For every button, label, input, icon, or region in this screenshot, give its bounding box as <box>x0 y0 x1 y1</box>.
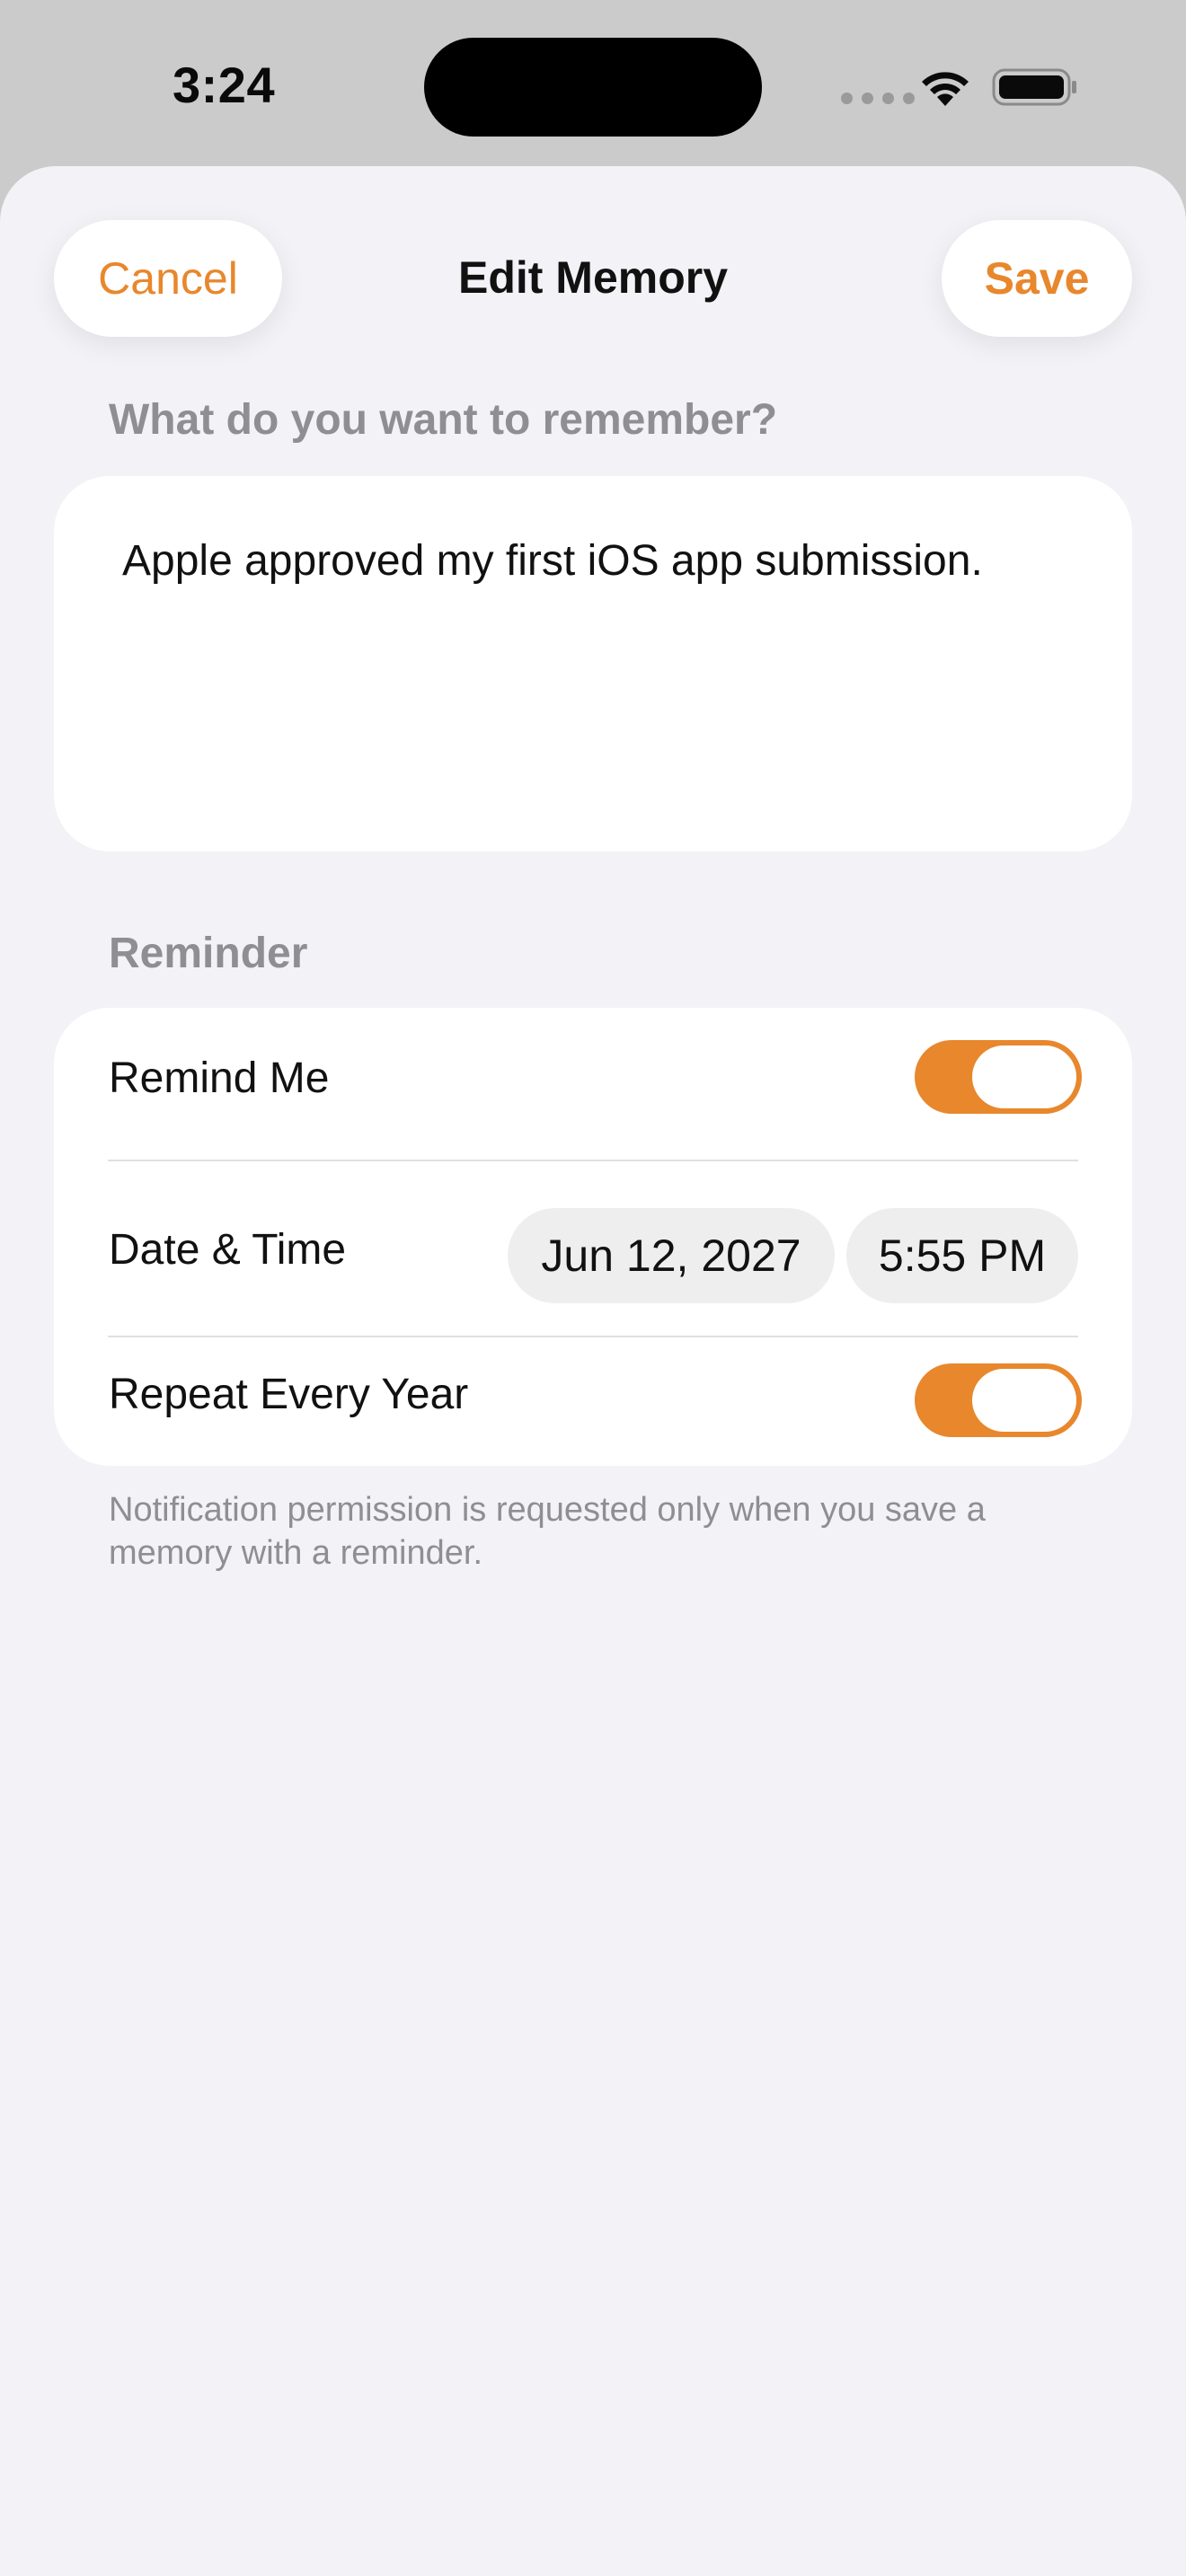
dynamic-island <box>424 38 762 137</box>
cancel-button[interactable]: Cancel <box>54 220 282 337</box>
status-time: 3:24 <box>173 57 276 113</box>
status-bar: 3:24 <box>0 0 1186 171</box>
time-picker-button[interactable]: 5:55 PM <box>846 1208 1078 1303</box>
date-time-label: Date & Time <box>109 1226 347 1274</box>
memory-section-label: What do you want to remember? <box>109 396 778 444</box>
repeat-every-year-toggle[interactable] <box>915 1363 1082 1437</box>
reminder-section-label: Reminder <box>109 930 308 977</box>
save-button[interactable]: Save <box>942 220 1132 337</box>
wifi-icon <box>922 72 969 106</box>
cellular-dots-icon <box>841 93 915 104</box>
toggle-knob <box>972 1369 1076 1432</box>
remind-me-label: Remind Me <box>109 1054 330 1102</box>
toggle-knob <box>972 1045 1076 1108</box>
reminder-card: Remind Me Date & Time Jun 12, 2027 5:55 … <box>54 1008 1132 1466</box>
notification-footer-note: Notification permission is requested onl… <box>109 1491 986 1572</box>
date-time-row: Date & Time Jun 12, 2027 5:55 PM <box>54 1160 1132 1337</box>
remind-me-toggle[interactable] <box>915 1040 1082 1114</box>
memory-text: Apple approved my first iOS app submissi… <box>122 537 983 585</box>
memory-text-area[interactable]: Apple approved my first iOS app submissi… <box>54 476 1132 851</box>
repeat-every-year-label: Repeat Every Year <box>109 1371 469 1418</box>
repeat-every-year-row: Repeat Every Year <box>54 1337 1132 1489</box>
edit-memory-sheet: Cancel Edit Memory Save What do you want… <box>0 166 1186 2576</box>
remind-me-row: Remind Me <box>54 1008 1132 1160</box>
date-picker-button[interactable]: Jun 12, 2027 <box>508 1208 835 1303</box>
battery-icon <box>992 68 1076 106</box>
